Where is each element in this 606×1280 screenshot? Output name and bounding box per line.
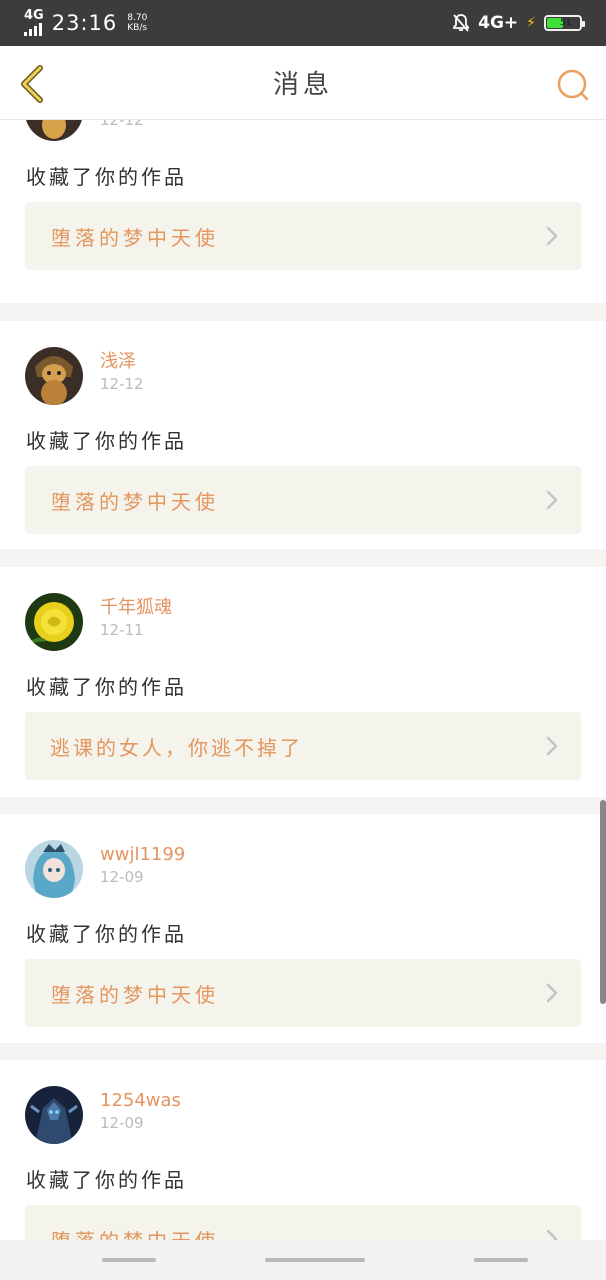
chevron-right-icon bbox=[546, 490, 558, 510]
chevron-right-icon bbox=[546, 736, 558, 756]
message-list[interactable]: 浅泽 12-12 收藏了你的作品 堕落的梦中天使 浅泽 12-12 收藏了你的作… bbox=[0, 120, 606, 1240]
system-nav-bar bbox=[0, 1240, 606, 1280]
work-title: 堕落的梦中天使 bbox=[51, 982, 219, 1007]
username[interactable]: 千年狐魂 bbox=[100, 597, 172, 619]
network-type-right: 4G+ bbox=[478, 13, 519, 33]
message-header: wwjl1199 12-09 bbox=[25, 840, 185, 898]
home-gesture[interactable] bbox=[265, 1258, 365, 1262]
recent-apps-gesture[interactable] bbox=[102, 1258, 156, 1262]
chevron-right-icon bbox=[546, 226, 558, 246]
chevron-right-icon bbox=[546, 1229, 558, 1240]
message-date: 12-12 bbox=[100, 120, 144, 129]
action-text: 收藏了你的作品 bbox=[26, 1168, 187, 1192]
message-card: wwjl1199 12-09 收藏了你的作品 堕落的梦中天使 bbox=[0, 814, 606, 1043]
work-link[interactable]: 堕落的梦中天使 bbox=[25, 1205, 581, 1240]
message-date: 12-09 bbox=[100, 868, 144, 886]
work-link[interactable]: 逃课的女人，你逃不掉了 bbox=[25, 712, 581, 780]
message-header: 浅泽 12-12 bbox=[25, 120, 144, 141]
battery-level: 51 bbox=[560, 18, 572, 28]
action-text: 收藏了你的作品 bbox=[26, 429, 187, 453]
action-text: 收藏了你的作品 bbox=[26, 922, 187, 946]
message-date: 12-12 bbox=[100, 375, 144, 393]
avatar[interactable] bbox=[25, 840, 83, 898]
notifications-off-icon bbox=[453, 14, 470, 32]
signal-icon bbox=[24, 22, 42, 36]
network-speed: 8.70 KB/s bbox=[127, 13, 147, 33]
message-date: 12-09 bbox=[100, 1114, 144, 1132]
action-text: 收藏了你的作品 bbox=[26, 675, 187, 699]
action-text: 收藏了你的作品 bbox=[26, 165, 187, 189]
work-link[interactable]: 堕落的梦中天使 bbox=[25, 202, 581, 270]
message-card: 千年狐魂 12-11 收藏了你的作品 逃课的女人，你逃不掉了 bbox=[0, 567, 606, 797]
speed-unit: KB/s bbox=[127, 23, 148, 33]
work-title: 堕落的梦中天使 bbox=[51, 225, 219, 250]
message-header: 浅泽 12-12 bbox=[25, 347, 144, 405]
message-card: 1254was 12-09 收藏了你的作品 堕落的梦中天使 bbox=[0, 1060, 606, 1240]
username[interactable]: 1254was bbox=[100, 1090, 181, 1112]
work-link[interactable]: 堕落的梦中天使 bbox=[25, 959, 581, 1027]
speed-value: 8.70 bbox=[127, 13, 148, 23]
avatar[interactable] bbox=[25, 1086, 83, 1144]
work-title: 堕落的梦中天使 bbox=[51, 489, 219, 514]
network-type: 4G bbox=[24, 8, 44, 23]
work-link[interactable]: 堕落的梦中天使 bbox=[25, 466, 581, 534]
avatar[interactable] bbox=[25, 593, 83, 651]
search-icon[interactable] bbox=[554, 66, 592, 104]
avatar[interactable] bbox=[25, 347, 83, 405]
message-card: 浅泽 12-12 收藏了你的作品 堕落的梦中天使 bbox=[0, 120, 606, 303]
charging-icon: ⚡ bbox=[526, 15, 536, 31]
chevron-left-icon[interactable] bbox=[16, 64, 50, 104]
avatar[interactable] bbox=[25, 120, 83, 141]
message-card: 浅泽 12-12 收藏了你的作品 堕落的梦中天使 bbox=[0, 321, 606, 549]
username[interactable]: 浅泽 bbox=[100, 351, 144, 373]
scrollbar[interactable] bbox=[600, 800, 606, 1004]
message-date: 12-11 bbox=[100, 621, 144, 639]
work-title: 逃课的女人，你逃不掉了 bbox=[50, 735, 303, 760]
username[interactable]: wwjl1199 bbox=[100, 844, 185, 866]
battery-icon: 51 bbox=[544, 15, 585, 31]
header-bar: 消息 bbox=[0, 46, 606, 120]
status-bar: 4G 23:16 8.70 KB/s 4G+ ⚡ 51 bbox=[0, 0, 606, 46]
message-header: 1254was 12-09 bbox=[25, 1086, 181, 1144]
chevron-right-icon bbox=[546, 983, 558, 1003]
back-gesture[interactable] bbox=[474, 1258, 528, 1262]
message-header: 千年狐魂 12-11 bbox=[25, 593, 172, 651]
clock: 23:16 bbox=[51, 11, 118, 35]
page-title: 消息 bbox=[272, 70, 333, 100]
work-title: 堕落的梦中天使 bbox=[51, 1225, 219, 1241]
